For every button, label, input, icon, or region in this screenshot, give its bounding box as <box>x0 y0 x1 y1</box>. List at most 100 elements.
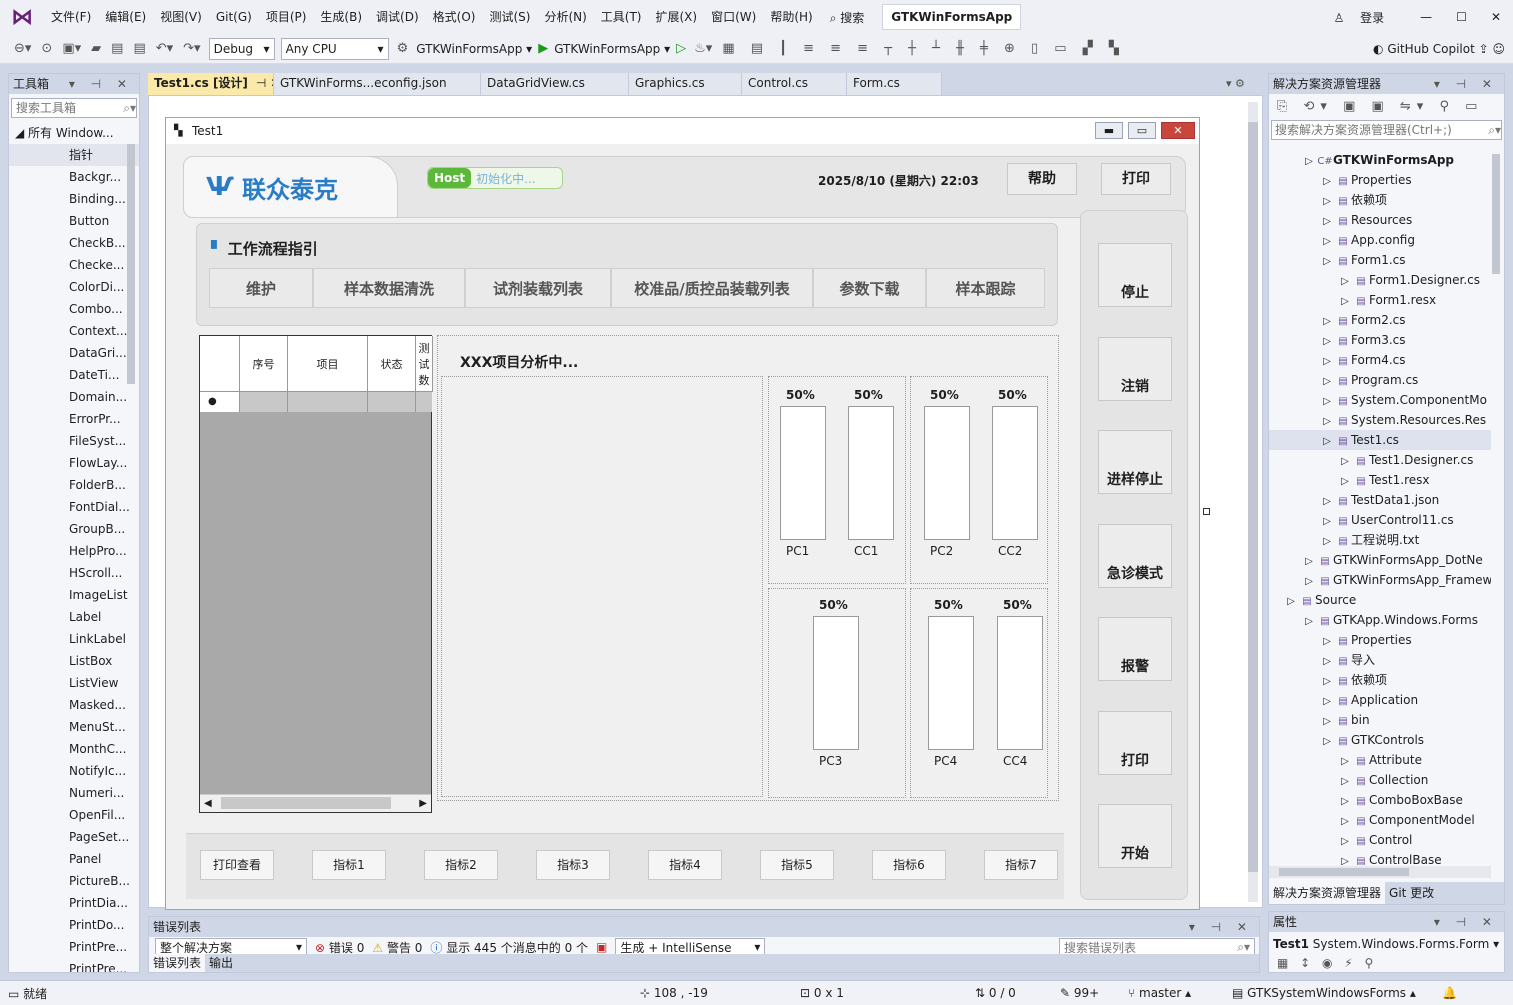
toolbox-item[interactable]: PageSet... <box>9 826 139 848</box>
repo-status[interactable]: ▤ GTKSystemWindowsForms ▴ <box>1232 986 1442 1000</box>
expand-chevron-icon[interactable]: ▷ <box>1337 832 1353 852</box>
notification-bell-icon[interactable]: 🔔 <box>1442 986 1457 1000</box>
expand-chevron-icon[interactable]: ▷ <box>1337 812 1353 832</box>
designer-vertical-scrollbar[interactable] <box>1248 102 1258 902</box>
toolbox-item[interactable]: ListView <box>9 672 139 694</box>
open-icon[interactable]: ▰ <box>89 41 103 56</box>
solution-tree-item[interactable]: ▷ ▤ App.config <box>1269 230 1491 250</box>
toolbox-item[interactable]: Masked... <box>9 694 139 716</box>
solution-tree-item[interactable]: ▷ ▤ Form4.cs <box>1269 350 1491 370</box>
grid-column-header[interactable]: 测试数 <box>416 336 433 392</box>
expand-chevron-icon[interactable]: ▷ <box>1301 152 1317 172</box>
solution-bottom-tab[interactable]: 解决方案资源管理器 <box>1269 882 1386 904</box>
bottom-button[interactable]: 指标5 <box>760 850 834 880</box>
expand-chevron-icon[interactable]: ▷ <box>1337 772 1353 792</box>
toolbox-item[interactable]: Checke... <box>9 254 139 276</box>
solution-tree-item[interactable]: ▷ ▤ 导入 <box>1269 650 1491 670</box>
expand-chevron-icon[interactable]: ▷ <box>1319 392 1335 412</box>
expand-chevron-icon[interactable]: ▷ <box>1319 192 1335 212</box>
expand-chevron-icon[interactable]: ▷ <box>1319 332 1335 352</box>
toolbox-item[interactable]: PrintPre... <box>9 958 139 972</box>
solution-tree-item[interactable]: ▷ ▤ Form1.Designer.cs <box>1269 270 1491 290</box>
menu-item[interactable]: 生成(B) <box>313 0 369 34</box>
menu-item[interactable]: 测试(S) <box>482 0 537 34</box>
bottom-button[interactable]: 指标1 <box>312 850 386 880</box>
bottom-button[interactable]: 指标3 <box>536 850 610 880</box>
expand-chevron-icon[interactable]: ▷ <box>1319 532 1335 552</box>
menu-item[interactable]: 视图(V) <box>153 0 209 34</box>
toolbox-item[interactable]: Panel <box>9 848 139 870</box>
form-close-icon[interactable]: ✕ <box>1161 122 1195 139</box>
solution-tree-item[interactable]: ▷ ▤ Properties <box>1269 630 1491 650</box>
expand-chevron-icon[interactable]: ▷ <box>1319 252 1335 272</box>
expand-chevron-icon[interactable]: ▷ <box>1319 232 1335 252</box>
workflow-tab[interactable]: 样本数据清洗 <box>313 268 465 308</box>
side-button[interactable]: 注销 <box>1098 336 1172 401</box>
properties-controls[interactable]: ▾ ⊣ ✕ <box>1434 912 1504 932</box>
expand-chevron-icon[interactable]: ▷ <box>1301 572 1317 592</box>
solution-tree-item[interactable]: ▷ ▤ Form3.cs <box>1269 330 1491 350</box>
solution-tree-item[interactable]: ▷ ▤ Attribute <box>1269 750 1491 770</box>
expand-chevron-icon[interactable]: ▷ <box>1319 672 1335 692</box>
solution-tree-item[interactable]: ▷ ▤ GTKWinFormsApp_Framew <box>1269 570 1491 590</box>
form-test1[interactable]: ▚ Test1 ▬ ▭ ✕ Ѱ 联众泰克 Host 初始化中... 2025/8… <box>165 117 1200 910</box>
side-button[interactable]: 报警 <box>1098 617 1172 681</box>
document-tab[interactable]: DataGridView.cs <box>481 73 629 95</box>
grid-column-header[interactable]: 项目 <box>288 336 368 392</box>
toolbox-item[interactable]: PictureB... <box>9 870 139 892</box>
solution-tree-item[interactable]: ▷ ▤ Control <box>1269 830 1491 850</box>
undo-icon[interactable]: ↶▾ <box>154 41 175 56</box>
menu-item[interactable]: 项目(P) <box>259 0 314 34</box>
side-button[interactable]: 进样停止 <box>1098 430 1172 494</box>
workflow-tab[interactable]: 维护 <box>209 268 313 308</box>
copilot-button[interactable]: ◐ GitHub Copilot ⇪ ☺ <box>1373 42 1513 56</box>
solution-tree-item[interactable]: ▷ ▤ ComboBoxBase <box>1269 790 1491 810</box>
solution-tree-item[interactable]: ▷ ▤ 工程说明.txt <box>1269 530 1491 550</box>
expand-chevron-icon[interactable]: ▷ <box>1337 852 1353 865</box>
solution-explorer-controls[interactable]: ▾ ⊣ ✕ <box>1434 74 1504 94</box>
menu-item[interactable]: 窗口(W) <box>704 0 763 34</box>
bottom-button[interactable]: 指标4 <box>648 850 722 880</box>
expand-chevron-icon[interactable]: ▷ <box>1319 352 1335 372</box>
toolbox-item[interactable]: Context... <box>9 320 139 342</box>
expand-chevron-icon[interactable]: ▷ <box>1337 472 1353 492</box>
toolbox-item[interactable]: DateTi... <box>9 364 139 386</box>
toolbox-item[interactable]: HScroll... <box>9 562 139 584</box>
login-button[interactable]: ♙ 登录 <box>1322 9 1409 26</box>
bottom-button[interactable]: 指标6 <box>872 850 946 880</box>
minimize-icon[interactable]: — <box>1408 10 1444 24</box>
toolbox-item[interactable]: ErrorPr... <box>9 408 139 430</box>
search-button[interactable]: ⌕ 搜索 <box>820 9 875 26</box>
menu-item[interactable]: 格式(O) <box>426 0 483 34</box>
properties-toolbar[interactable]: ▦ ↕ ◉ ⚡ ⚲ <box>1269 956 1504 972</box>
menu-item[interactable]: 编辑(E) <box>98 0 153 34</box>
solution-tree-item[interactable]: ▷ ▤ GTKApp.Windows.Forms <box>1269 610 1491 630</box>
workflow-tab[interactable]: 参数下载 <box>813 268 926 308</box>
grid-new-row[interactable]: ● <box>200 392 432 412</box>
warnings-filter[interactable]: ⚠ 警告 0 <box>372 939 422 956</box>
error-list-tab[interactable]: 输出 <box>205 954 237 972</box>
toolbox-item[interactable]: Backgr... <box>9 166 139 188</box>
expand-chevron-icon[interactable]: ▷ <box>1301 612 1317 632</box>
pin-icon[interactable]: ⊣ ✕ <box>256 76 273 90</box>
expand-chevron-icon[interactable]: ▷ <box>1319 652 1335 672</box>
expand-chevron-icon[interactable]: ▷ <box>1319 512 1335 532</box>
menu-item[interactable]: 工具(T) <box>594 0 649 34</box>
toolbox-panel-controls[interactable]: ▾ ⊣ ✕ <box>69 74 139 94</box>
toolbox-item[interactable]: MonthC... <box>9 738 139 760</box>
redo-icon[interactable]: ↷▾ <box>181 41 202 56</box>
toolbox-item[interactable]: Numeri... <box>9 782 139 804</box>
toolbox-item[interactable]: PrintPre... <box>9 936 139 958</box>
run-without-debug-icon[interactable]: ▷ <box>676 41 686 56</box>
toolbox-item[interactable]: PrintDo... <box>9 914 139 936</box>
bottom-button[interactable]: 指标7 <box>984 850 1058 880</box>
close-icon[interactable]: ✕ <box>1479 10 1513 24</box>
expand-chevron-icon[interactable]: ▷ <box>1319 412 1335 432</box>
workflow-tab[interactable]: 样本跟踪 <box>926 268 1045 308</box>
menu-item[interactable]: 调试(D) <box>369 0 426 34</box>
side-button[interactable]: 停止 <box>1098 243 1172 307</box>
save-all-icon[interactable]: ▤ <box>131 41 147 56</box>
help-button[interactable]: 帮助 <box>1007 163 1077 195</box>
errors-filter[interactable]: ⊗ 错误 0 <box>315 939 364 956</box>
toolbox-item[interactable]: PrintDia... <box>9 892 139 914</box>
